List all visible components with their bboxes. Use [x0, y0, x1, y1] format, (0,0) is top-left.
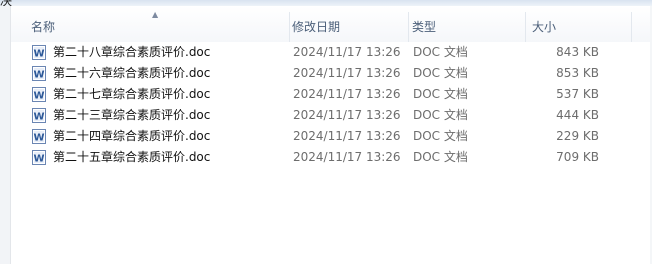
- word-doc-icon: W: [32, 87, 46, 102]
- file-name: 第二十八章综合素质评价.doc: [53, 45, 211, 59]
- word-doc-icon: W: [32, 129, 46, 144]
- file-row[interactable]: W 第二十八章综合素质评价.doc 2024/11/17 13:26 DOC 文…: [11, 42, 652, 63]
- file-type: DOC 文档: [413, 45, 468, 59]
- column-header-type[interactable]: 类型: [403, 6, 523, 42]
- file-type: DOC 文档: [413, 66, 468, 80]
- column-header-size[interactable]: 大小: [523, 6, 623, 42]
- file-name: 第二十四章综合素质评价.doc: [53, 129, 211, 143]
- navigation-pane-edge: [0, 6, 11, 264]
- word-doc-icon: W: [32, 66, 46, 81]
- file-type: DOC 文档: [413, 129, 468, 143]
- word-doc-icon: W: [32, 45, 46, 60]
- file-name: 第二十七章综合素质评价.doc: [53, 87, 211, 101]
- file-row[interactable]: W 第二十七章综合素质评价.doc 2024/11/17 13:26 DOC 文…: [11, 84, 652, 105]
- word-doc-icon: W: [32, 150, 46, 165]
- file-size: 537 KB: [556, 87, 599, 101]
- file-date: 2024/11/17 13:26: [293, 108, 401, 122]
- svg-text:W: W: [33, 49, 44, 60]
- word-doc-icon: W: [32, 108, 46, 123]
- file-date: 2024/11/17 13:26: [293, 66, 401, 80]
- file-type: DOC 文档: [413, 87, 468, 101]
- file-name: 第二十三章综合素质评价.doc: [53, 108, 211, 122]
- file-row[interactable]: W 第二十六章综合素质评价.doc 2024/11/17 13:26 DOC 文…: [11, 63, 652, 84]
- svg-text:W: W: [33, 133, 44, 144]
- svg-text:W: W: [33, 91, 44, 102]
- file-size: 709 KB: [556, 150, 599, 164]
- file-date: 2024/11/17 13:26: [293, 150, 401, 164]
- file-size: 853 KB: [556, 66, 599, 80]
- file-date: 2024/11/17 13:26: [293, 87, 401, 101]
- svg-text:W: W: [33, 70, 44, 81]
- file-row[interactable]: W 第二十五章综合素质评价.doc 2024/11/17 13:26 DOC 文…: [11, 147, 652, 168]
- svg-text:W: W: [33, 154, 44, 165]
- file-size: 229 KB: [556, 129, 599, 143]
- file-size: 843 KB: [556, 45, 599, 59]
- column-header-name[interactable]: 名称: [22, 6, 289, 42]
- column-divider[interactable]: [631, 12, 632, 42]
- file-size: 444 KB: [556, 108, 599, 122]
- file-name: 第二十六章综合素质评价.doc: [53, 66, 211, 80]
- column-header-date[interactable]: 修改日期: [283, 6, 403, 42]
- column-header-bar: ▲ 名称 修改日期 类型 大小: [11, 6, 652, 42]
- explorer-window: 决 ▲ 名称 修改日期 类型 大小 W 第二十八章综合素质评价.doc 2024…: [0, 0, 652, 264]
- file-name: 第二十五章综合素质评价.doc: [53, 150, 211, 164]
- file-type: DOC 文档: [413, 108, 468, 122]
- file-date: 2024/11/17 13:26: [293, 129, 401, 143]
- file-date: 2024/11/17 13:26: [293, 45, 401, 59]
- file-list: W 第二十八章综合素质评价.doc 2024/11/17 13:26 DOC 文…: [11, 42, 652, 168]
- svg-text:W: W: [33, 112, 44, 123]
- file-type: DOC 文档: [413, 150, 468, 164]
- file-row[interactable]: W 第二十四章综合素质评价.doc 2024/11/17 13:26 DOC 文…: [11, 126, 652, 147]
- file-row[interactable]: W 第二十三章综合素质评价.doc 2024/11/17 13:26 DOC 文…: [11, 105, 652, 126]
